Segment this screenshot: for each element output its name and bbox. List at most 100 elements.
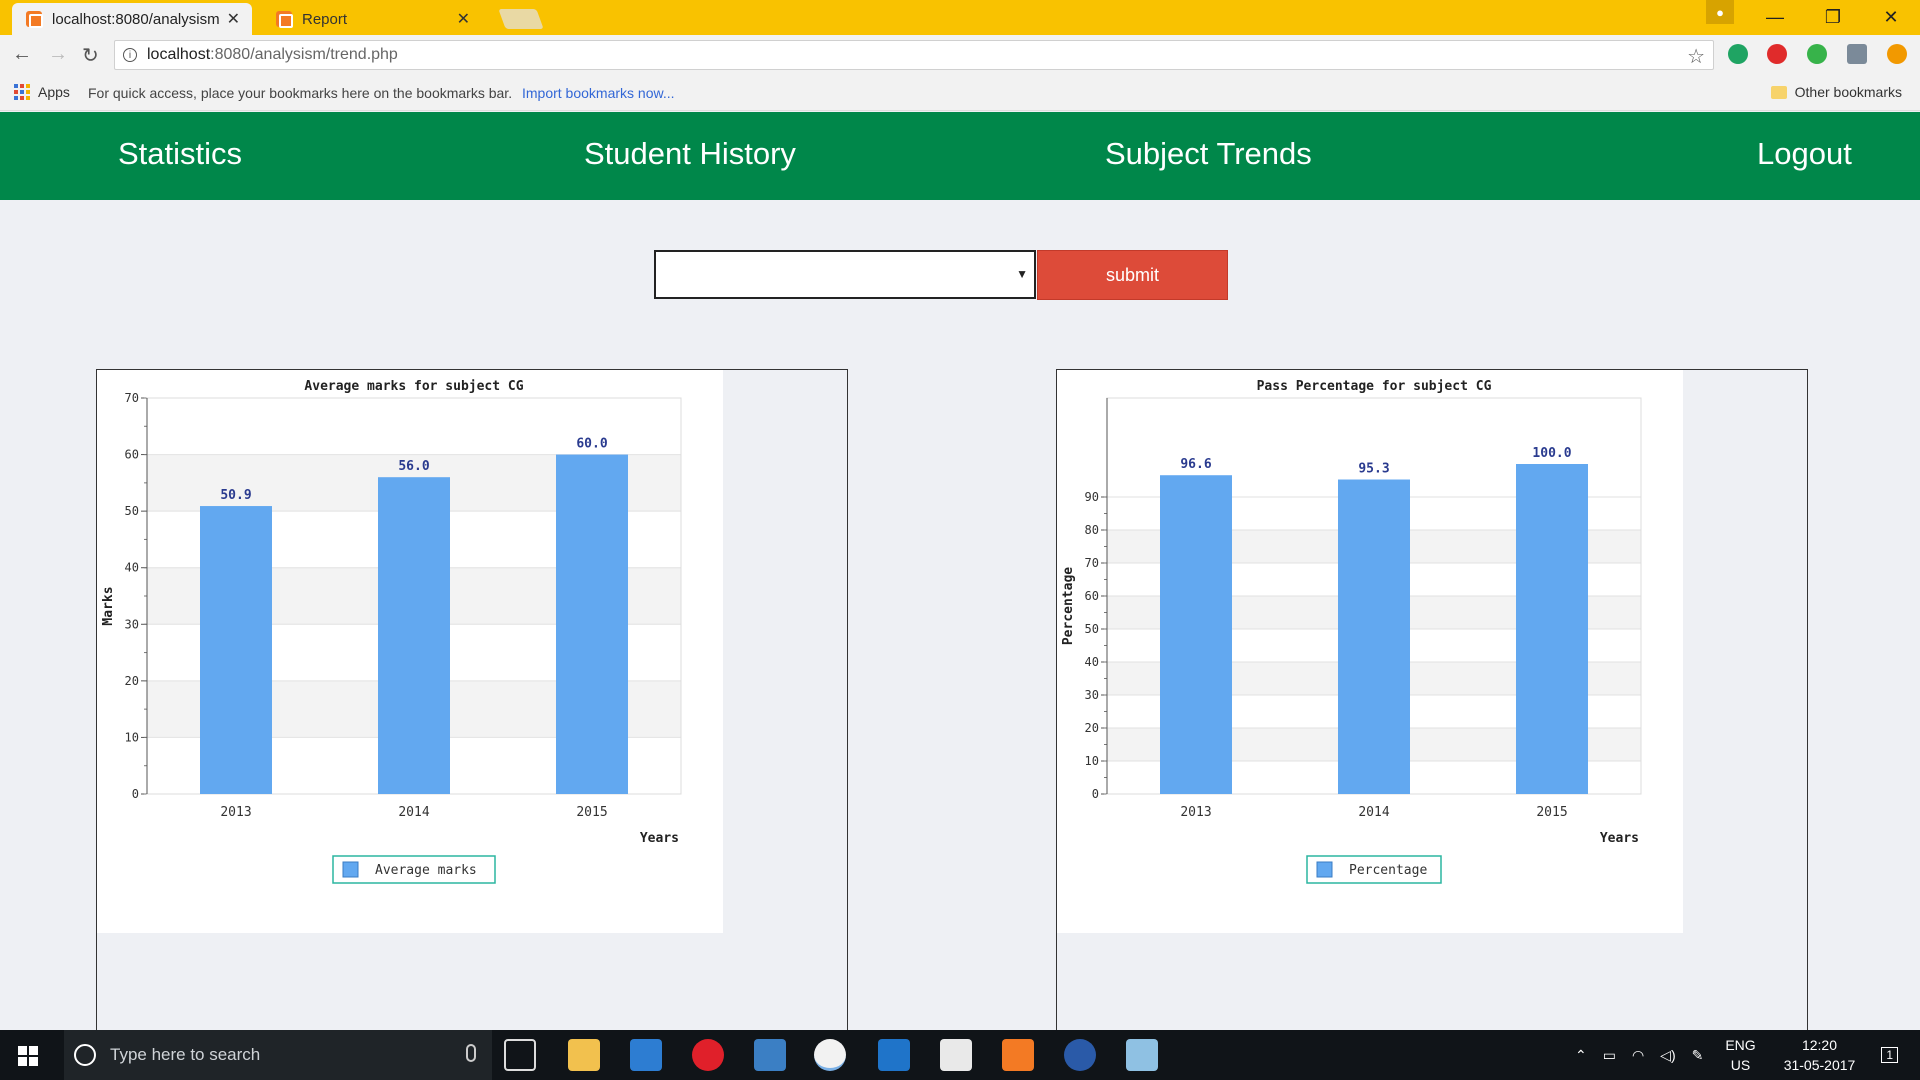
x-tick-label: 2013 xyxy=(220,805,251,820)
info-icon[interactable]: i xyxy=(123,48,137,62)
apps-shortcut[interactable]: Apps xyxy=(14,84,70,100)
notification-count: 1 xyxy=(1886,1048,1893,1062)
pass-percentage-chart: 0 10 20 30 40 50 60 70 80 90 96.6 2013 95.3 2014 100.0… xyxy=(1061,379,1642,884)
y-tick-label: 20 xyxy=(1085,721,1099,735)
y-tick-label: 0 xyxy=(132,787,139,801)
edge-icon[interactable] xyxy=(878,1039,910,1071)
x-tick-label: 2014 xyxy=(1358,805,1389,820)
battery-icon[interactable]: ▭ xyxy=(1603,1047,1616,1064)
task-view-icon[interactable] xyxy=(504,1039,536,1071)
volume-icon[interactable]: ◁) xyxy=(1660,1047,1675,1064)
forward-icon[interactable]: → xyxy=(48,43,68,66)
window-controls: — ❐ ✕ xyxy=(1746,0,1920,35)
average-marks-panel: 0 10 20 30 40 50 60 70 50.9 2013 56.0 2014 60.0 2015 A… xyxy=(96,369,848,1040)
x-axis-label: Years xyxy=(640,831,679,846)
profile-icon[interactable]: ● xyxy=(1706,0,1734,24)
url-path: :8080/analysism/trend.php xyxy=(210,46,398,63)
nav-subject-trends[interactable]: Subject Trends xyxy=(1105,136,1312,172)
y-tick-label: 10 xyxy=(125,730,139,744)
browser-tab-bar: localhost:8080/analysism ✕ Report ✕ ● — … xyxy=(0,0,1920,35)
other-bookmarks[interactable]: Other bookmarks xyxy=(1770,84,1902,100)
bar xyxy=(1516,464,1588,794)
show-hidden-icons-icon[interactable]: ⌃ xyxy=(1575,1047,1587,1064)
other-bookmarks-label: Other bookmarks xyxy=(1794,84,1902,100)
nav-statistics[interactable]: Statistics xyxy=(118,136,242,172)
minimize-icon[interactable]: — xyxy=(1746,0,1804,35)
update-alert-icon[interactable] xyxy=(1887,44,1907,64)
y-axis-label: Percentage xyxy=(1061,567,1076,645)
new-tab-button[interactable] xyxy=(498,9,544,29)
clock[interactable]: 12:20 31-05-2017 xyxy=(1784,1035,1856,1075)
app-nav-bar: Statistics Student History Subject Trend… xyxy=(0,112,1920,200)
tab-close-icon[interactable]: ✕ xyxy=(227,9,240,29)
chart-title: Pass Percentage for subject CG xyxy=(1257,379,1492,394)
apps-label: Apps xyxy=(38,84,70,100)
lang-top: ENG xyxy=(1725,1037,1756,1053)
tab-label: Report xyxy=(302,10,348,28)
bar xyxy=(1338,479,1410,794)
subject-select[interactable]: ▼ xyxy=(654,250,1036,299)
xampp-favicon-icon xyxy=(26,11,43,28)
xampp-icon[interactable] xyxy=(1002,1039,1034,1071)
opera-icon[interactable] xyxy=(692,1039,724,1071)
opera-extension-icon[interactable] xyxy=(1767,44,1787,64)
tab-report[interactable]: Report ✕ xyxy=(262,3,482,35)
legend-label: Percentage xyxy=(1349,863,1427,878)
microphone-icon[interactable] xyxy=(466,1044,476,1062)
tab-label: localhost:8080/analysism xyxy=(52,10,220,28)
wifi-icon[interactable]: ◠ xyxy=(1632,1047,1644,1064)
bar xyxy=(556,454,628,794)
cortana-icon xyxy=(74,1044,96,1066)
chart-title: Average marks for subject CG xyxy=(304,379,523,394)
nav-logout[interactable]: Logout xyxy=(1757,136,1852,172)
y-tick-label: 20 xyxy=(125,674,139,688)
y-tick-label: 70 xyxy=(125,391,139,405)
y-tick-label: 80 xyxy=(1085,523,1099,537)
url-host: localhost xyxy=(147,46,211,63)
bookmark-star-icon[interactable]: ☆ xyxy=(1687,44,1705,69)
x-tick-label: 2015 xyxy=(1536,805,1567,820)
data-label: 95.3 xyxy=(1358,462,1389,477)
x-tick-label: 2015 xyxy=(576,805,607,820)
nav-student-history[interactable]: Student History xyxy=(584,136,796,172)
remote-desktop-icon[interactable] xyxy=(754,1039,786,1071)
x-tick-label: 2013 xyxy=(1180,805,1211,820)
store-icon[interactable] xyxy=(630,1039,662,1071)
y-tick-label: 30 xyxy=(125,617,139,631)
bar xyxy=(1160,475,1232,794)
tab-close-icon[interactable]: ✕ xyxy=(457,9,470,29)
submit-button[interactable]: submit xyxy=(1037,250,1228,300)
tab-analysism[interactable]: localhost:8080/analysism ✕ xyxy=(12,3,252,35)
restore-icon[interactable]: ❐ xyxy=(1804,0,1862,35)
r-icon[interactable] xyxy=(1064,1039,1096,1071)
check-extension-icon[interactable] xyxy=(1807,44,1827,64)
paint-icon[interactable] xyxy=(1126,1039,1158,1071)
windows-taskbar: Type here to search ⌃ ▭ ◠ ◁) ✎ ENG US 12… xyxy=(0,1030,1920,1080)
legend-label: Average marks xyxy=(375,863,477,878)
close-window-icon[interactable]: ✕ xyxy=(1862,0,1920,35)
y-tick-label: 70 xyxy=(1085,556,1099,570)
y-tick-label: 40 xyxy=(125,561,139,575)
eyedropper-extension-icon[interactable] xyxy=(1847,44,1867,64)
chrome-icon[interactable] xyxy=(814,1039,846,1071)
reload-icon[interactable]: ↻ xyxy=(82,43,99,68)
clock-date: 31-05-2017 xyxy=(1783,1057,1856,1073)
lang-bottom: US xyxy=(1730,1057,1751,1073)
pen-icon[interactable]: ✎ xyxy=(1692,1047,1704,1064)
system-tray: ⌃ ▭ ◠ ◁) ✎ ENG US 12:20 31-05-2017 1 xyxy=(1567,1030,1910,1080)
taskbar-search[interactable]: Type here to search xyxy=(64,1030,492,1080)
import-bookmarks-link[interactable]: Import bookmarks now... xyxy=(522,85,675,101)
windows-start-icon[interactable] xyxy=(18,1046,38,1066)
back-icon[interactable]: ← xyxy=(12,43,32,66)
language-indicator[interactable]: ENG US xyxy=(1725,1035,1755,1075)
y-tick-label: 90 xyxy=(1085,490,1099,504)
mail-icon[interactable] xyxy=(940,1039,972,1071)
notifications-icon[interactable]: 1 xyxy=(1881,1047,1898,1063)
grammarly-extension-icon[interactable] xyxy=(1728,44,1748,64)
y-tick-label: 40 xyxy=(1085,655,1099,669)
y-axis-label: Marks xyxy=(101,586,116,625)
bookmarks-hint-text: For quick access, place your bookmarks h… xyxy=(88,85,513,101)
file-explorer-icon[interactable] xyxy=(568,1039,600,1071)
address-bar[interactable]: i localhost:8080/analysism/trend.php ☆ xyxy=(114,40,1714,70)
bookmarks-bar: Apps For quick access, place your bookma… xyxy=(0,75,1920,111)
